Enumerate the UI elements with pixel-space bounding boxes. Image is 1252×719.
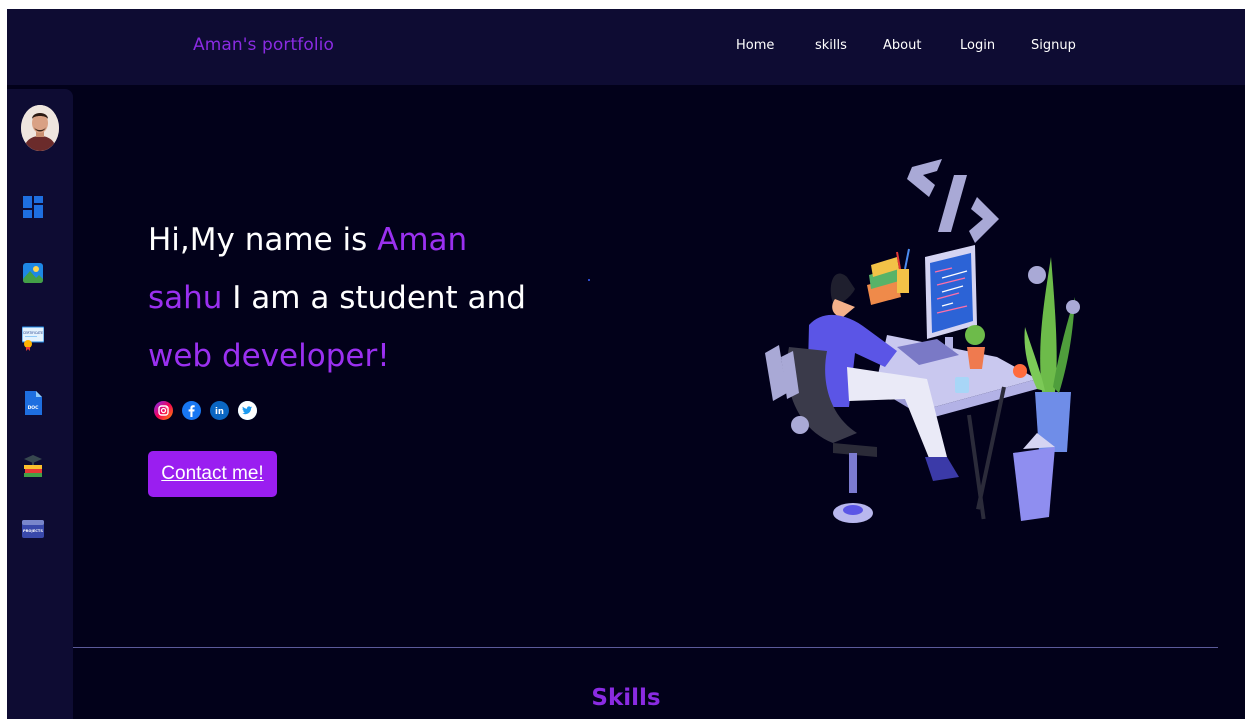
section-divider bbox=[73, 647, 1218, 648]
nav-link-skills[interactable]: skills bbox=[815, 38, 847, 53]
svg-text:CERTIFICATE: CERTIFICATE bbox=[23, 331, 43, 335]
hero-name-first: Aman bbox=[377, 222, 468, 258]
decorative-dot bbox=[588, 279, 590, 281]
nav-link-signup[interactable]: Signup bbox=[1031, 38, 1076, 53]
education-icon[interactable] bbox=[22, 451, 44, 479]
projects-icon[interactable]: PROJECTS bbox=[22, 515, 44, 543]
nav-link-about[interactable]: About bbox=[883, 38, 921, 53]
hero-greeting: Hi,My name is bbox=[148, 222, 378, 258]
top-navbar: Aman's portfolio Home skills About Login… bbox=[7, 9, 1245, 85]
avatar[interactable] bbox=[21, 105, 59, 151]
page-frame: Aman's portfolio Home skills About Login… bbox=[7, 9, 1245, 719]
hero-heading: Hi,My name is Aman sahu I am a student a… bbox=[148, 211, 588, 385]
svg-text:PROJECTS: PROJECTS bbox=[23, 529, 43, 533]
linkedin-icon[interactable]: in bbox=[210, 401, 229, 420]
code-symbol-icon bbox=[907, 159, 999, 243]
facebook-icon[interactable] bbox=[182, 401, 201, 420]
dashboard-icon[interactable] bbox=[22, 193, 44, 221]
svg-text:in: in bbox=[215, 407, 224, 417]
sidebar: CERTIFICATE DOC PROJECTS bbox=[7, 89, 73, 719]
certificate-icon[interactable]: CERTIFICATE bbox=[21, 323, 45, 351]
nav-link-home[interactable]: Home bbox=[736, 38, 774, 53]
nav-link-login[interactable]: Login bbox=[960, 38, 995, 53]
twitter-icon[interactable] bbox=[238, 401, 257, 420]
hero-role-text: I am a student and bbox=[222, 280, 526, 316]
gallery-icon[interactable] bbox=[22, 259, 44, 287]
brand-logo-text[interactable]: Aman's portfolio bbox=[193, 35, 334, 55]
hero-role-accent: web developer! bbox=[148, 338, 390, 374]
contact-me-button[interactable]: Contact me! bbox=[148, 451, 277, 497]
instagram-icon[interactable] bbox=[154, 401, 173, 420]
document-icon[interactable]: DOC bbox=[22, 389, 44, 417]
skills-section-title: Skills bbox=[591, 685, 661, 711]
hero-name-last: sahu bbox=[148, 280, 223, 316]
developer-illustration bbox=[737, 157, 1087, 537]
svg-text:DOC: DOC bbox=[28, 405, 40, 411]
